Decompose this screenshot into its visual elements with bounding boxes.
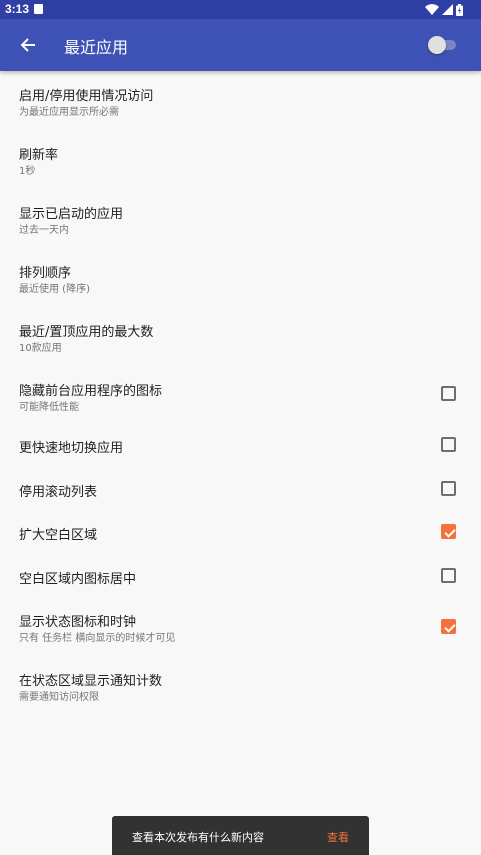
pref-summary: 可能降低性能 bbox=[19, 402, 79, 413]
pref-summary: 1秒 bbox=[19, 166, 36, 177]
pref-title: 隐藏前台应用程序的图标 bbox=[19, 384, 163, 399]
back-button[interactable] bbox=[14, 31, 42, 59]
snackbar-action-button[interactable]: 查看 bbox=[327, 829, 349, 845]
master-toggle-switch[interactable] bbox=[428, 36, 458, 54]
pref-summary: 为最近应用显示所必需 bbox=[19, 107, 119, 118]
center-icons-checkbox[interactable] bbox=[441, 568, 456, 583]
pref-max-apps[interactable]: 最近/置顶应用的最大数 10款应用 bbox=[0, 307, 481, 366]
pref-title: 在状态区域显示通知计数 bbox=[19, 674, 163, 689]
pref-hide-foreground-icon[interactable]: 隐藏前台应用程序的图标 可能降低性能 bbox=[0, 366, 481, 425]
pref-title: 显示状态图标和时钟 bbox=[19, 615, 137, 630]
pref-sort-order[interactable]: 排列顺序 最近使用 (降序) bbox=[0, 248, 481, 307]
pref-summary: 只有 任务栏 横向显示的时候才可见 bbox=[19, 633, 176, 644]
status-icons-clock-checkbox[interactable] bbox=[441, 619, 456, 634]
pref-center-icons[interactable]: 空白区域内图标居中 bbox=[0, 556, 481, 599]
pref-notification-count[interactable]: 在状态区域显示通知计数 需要通知访问权限 bbox=[0, 658, 481, 717]
page-title: 最近应用 bbox=[64, 38, 129, 57]
status-icons bbox=[425, 3, 463, 16]
signal-icon bbox=[442, 4, 453, 15]
pref-summary: 10款应用 bbox=[19, 343, 62, 354]
sd-card-icon bbox=[34, 4, 43, 14]
hide-foreground-icon-checkbox[interactable] bbox=[441, 386, 456, 401]
snackbar-message: 查看本次发布有什么新内容 bbox=[132, 831, 264, 844]
pref-usage-access[interactable]: 启用/停用使用情况访问 为最近应用显示所必需 bbox=[0, 71, 481, 130]
switch-thumb bbox=[428, 36, 446, 54]
arrow-back-icon bbox=[20, 38, 35, 52]
status-time: 3:13 bbox=[5, 2, 30, 16]
pref-summary: 需要通知访问权限 bbox=[19, 692, 99, 703]
disable-scroll-list-checkbox[interactable] bbox=[441, 481, 456, 496]
faster-switching-checkbox[interactable] bbox=[441, 437, 456, 452]
pref-title: 扩大空白区域 bbox=[19, 528, 98, 543]
pref-refresh-rate[interactable]: 刷新率 1秒 bbox=[0, 130, 481, 189]
battery-icon bbox=[456, 3, 463, 16]
snackbar: 查看本次发布有什么新内容 查看 bbox=[112, 816, 369, 855]
pref-faster-switching[interactable]: 更快速地切换应用 bbox=[0, 425, 481, 469]
pref-title: 空白区域内图标居中 bbox=[19, 572, 137, 587]
pref-summary: 最近使用 (降序) bbox=[19, 284, 90, 295]
pref-expand-blank-area[interactable]: 扩大空白区域 bbox=[0, 512, 481, 556]
pref-summary: 过去一天内 bbox=[19, 225, 69, 236]
expand-blank-area-checkbox[interactable] bbox=[441, 524, 456, 539]
pref-title: 显示已启动的应用 bbox=[19, 207, 124, 222]
app-bar: 最近应用 bbox=[0, 19, 481, 71]
status-bar: 3:13 bbox=[0, 0, 481, 19]
pref-title: 刷新率 bbox=[19, 148, 59, 163]
pref-disable-scroll-list[interactable]: 停用滚动列表 bbox=[0, 469, 481, 512]
pref-status-icons-clock[interactable]: 显示状态图标和时钟 只有 任务栏 横向显示的时候才可见 bbox=[0, 599, 481, 658]
pref-title: 排列顺序 bbox=[19, 266, 72, 281]
pref-title: 最近/置顶应用的最大数 bbox=[19, 325, 154, 340]
wifi-icon bbox=[425, 4, 439, 15]
pref-title: 更快速地切换应用 bbox=[19, 441, 124, 456]
pref-show-launched-apps[interactable]: 显示已启动的应用 过去一天内 bbox=[0, 189, 481, 248]
pref-title: 停用滚动列表 bbox=[19, 485, 98, 500]
pref-title: 启用/停用使用情况访问 bbox=[19, 89, 154, 104]
